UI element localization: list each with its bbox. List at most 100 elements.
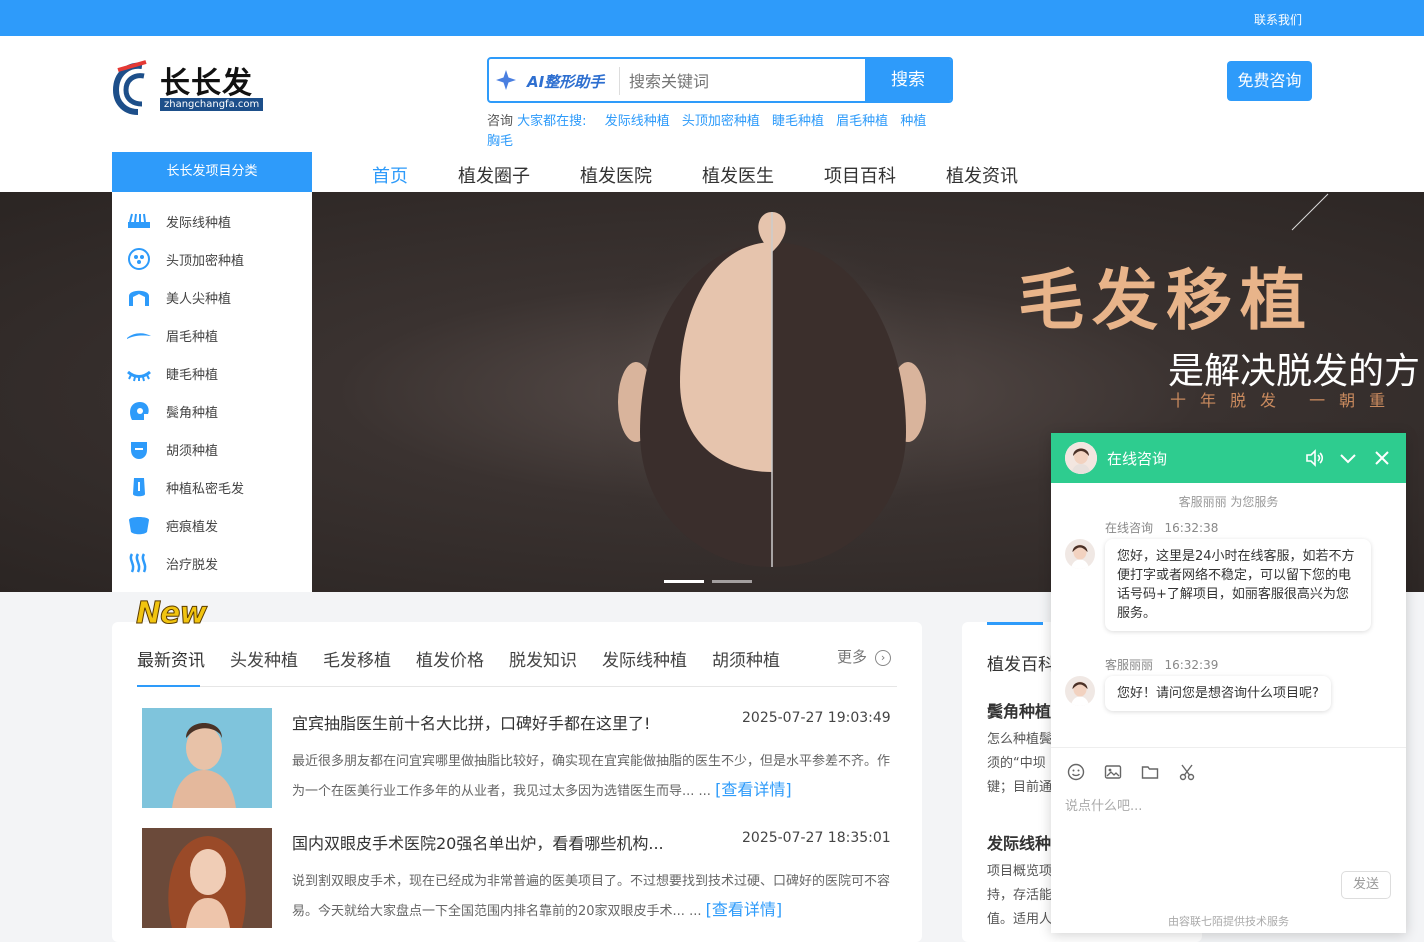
contact-us-link[interactable]: 联系我们 [1254, 11, 1302, 28]
agent-avatar [1065, 539, 1095, 569]
tab-price[interactable]: 植发价格 [416, 646, 484, 671]
message-sender: 在线咨询 [1105, 521, 1154, 535]
chat-message: 您好！请问您是想咨询什么项目呢? [1105, 676, 1331, 711]
encyclopedia-item-text: 怎么种植鬓 [987, 732, 1053, 747]
article-thumbnail[interactable] [142, 708, 272, 808]
logo-name: 长长发 [160, 66, 253, 101]
image-icon[interactable] [1104, 763, 1122, 781]
hot-search-link[interactable]: 发际线种植 [605, 114, 670, 129]
article-title[interactable]: 宜宾抽脂医生前十名大比拼，口碑好手都在这里了! [292, 710, 650, 734]
free-consult-button[interactable]: 免费咨询 [1227, 61, 1312, 101]
article-thumbnail[interactable] [142, 828, 272, 928]
sidebar-item-hair-loss[interactable]: 治疗脱发 [112, 544, 312, 582]
message-meta: 客服丽丽 16:32:39 [1105, 656, 1218, 673]
view-detail-link[interactable]: [查看详情] [706, 900, 783, 919]
hot-searches: 咨询 大家都在搜: 发际线种植 头顶加密种植 睫毛种植 眉毛种植 种植胸毛 [487, 112, 927, 152]
sidebar-item-label: 头顶加密种植 [166, 254, 245, 269]
sidebar-item-hairline[interactable]: 发际线种植 [112, 202, 312, 240]
sidebar-item-label: 种植私密毛发 [166, 482, 245, 497]
tab-hair-grafting[interactable]: 毛发移植 [323, 646, 391, 671]
chevron-right-icon: › [875, 650, 892, 666]
nav-circle[interactable]: 植发圈子 [458, 162, 530, 187]
ai-assistant[interactable]: AI整形助手 [495, 69, 613, 91]
sidebar-item-label: 美人尖种植 [166, 292, 232, 307]
chat-header[interactable]: 在线咨询 [1051, 433, 1406, 483]
header: 长长发 zhangchangfa.com AI整形助手 搜索 咨询 大家都在搜:… [0, 36, 1424, 192]
category-sidebar: 发际线种植 头顶加密种植 美人尖种植 眉毛种植 睫毛种植 鬓角种植 胡须种植 种… [112, 192, 312, 592]
article-title[interactable]: 国内双眼皮手术医院20强名单出炉，看看哪些机构... [292, 830, 664, 854]
eyebrow-icon [127, 333, 151, 339]
article-date: 2025-07-27 18:35:01 [742, 830, 891, 846]
encyclopedia-item-title[interactable]: 发际线种 [987, 830, 1051, 854]
hair-loss-icon [129, 553, 147, 573]
sidebar-item-beard[interactable]: 胡须种植 [112, 430, 312, 468]
sidebar-item-scar[interactable]: 疤痕植发 [112, 506, 312, 544]
tab-latest[interactable]: 最新资讯 [137, 646, 205, 671]
banner-decor-line [1291, 193, 1329, 231]
tab-hairline[interactable]: 发际线种植 [602, 646, 687, 671]
search-bar: AI整形助手 搜索 [487, 57, 953, 103]
nav-news[interactable]: 植发资讯 [946, 162, 1018, 187]
more-link[interactable]: 更多 › [837, 646, 892, 667]
site-logo[interactable]: 长长发 zhangchangfa.com [112, 58, 272, 118]
encyclopedia-item-title[interactable]: 鬓角种植 [987, 698, 1051, 722]
close-icon[interactable] [1372, 448, 1392, 468]
tab-hair-transplant[interactable]: 头发种植 [230, 646, 298, 671]
more-label: 更多 [837, 648, 868, 666]
crown-density-icon [128, 248, 150, 270]
sidebar-item-widows-peak[interactable]: 美人尖种植 [112, 278, 312, 316]
new-badge: New [135, 596, 207, 632]
sidebar-item-label: 胡须种植 [166, 444, 219, 459]
message-sender: 客服丽丽 [1105, 658, 1154, 672]
message-time: 16:32:39 [1164, 658, 1219, 672]
tabs-divider [137, 686, 897, 687]
tab-beard[interactable]: 胡须种植 [712, 646, 780, 671]
scar-icon [129, 517, 149, 535]
tab-hair-loss[interactable]: 脱发知识 [509, 646, 577, 671]
search-button[interactable]: 搜索 [865, 59, 951, 101]
sidebar-item-sideburn[interactable]: 鬓角种植 [112, 392, 312, 430]
nav-hospitals[interactable]: 植发医院 [580, 162, 652, 187]
send-button[interactable]: 发送 [1341, 871, 1391, 899]
encyclopedia-item-text: 项目概览项 [987, 864, 1053, 879]
article-item[interactable]: 宜宾抽脂医生前十名大比拼，口碑好手都在这里了! 2025-07-27 19:03… [142, 708, 892, 808]
news-tabs: 最新资讯 头发种植 毛发移植 植发价格 脱发知识 发际线种植 胡须种植 [137, 646, 805, 671]
search-input[interactable] [629, 65, 849, 97]
nav-encyclopedia[interactable]: 项目百科 [824, 162, 896, 187]
sidebar-item-eyelash[interactable]: 睫毛种植 [112, 354, 312, 392]
sidebar-item-label: 睫毛种植 [166, 368, 219, 383]
sidebar-item-eyebrow[interactable]: 眉毛种植 [112, 316, 312, 354]
article-item[interactable]: 国内双眼皮手术医院20强名单出炉，看看哪些机构... 2025-07-27 18… [142, 828, 892, 928]
folder-icon[interactable] [1141, 763, 1159, 781]
article-excerpt-text: 最近很多朋友都在问宜宾哪里做抽脂比较好，确实现在宜宾能做抽脂的医生不少，但是水平… [292, 754, 891, 799]
portrait-image [142, 708, 272, 808]
chat-input[interactable]: 说点什么吧... [1065, 795, 1142, 814]
encyclopedia-item-text: 持，存活能 [987, 888, 1053, 903]
speaker-icon[interactable] [1304, 448, 1324, 468]
news-panel: 最新资讯 头发种植 毛发移植 植发价格 脱发知识 发际线种植 胡须种植 更多 › … [112, 622, 922, 942]
view-detail-link[interactable]: [查看详情] [715, 780, 792, 799]
hot-search-link[interactable]: 眉毛种植 [836, 114, 888, 129]
logo-mark-icon [112, 60, 147, 115]
chat-widget: 在线咨询 客服丽丽 为您服务 在线咨询 16:32:38 您好，这里是24小时在… [1051, 433, 1406, 933]
widows-peak-icon [129, 290, 149, 306]
carousel-dot[interactable] [664, 580, 704, 583]
carousel-dot[interactable] [712, 580, 752, 583]
minimize-chevron-icon[interactable] [1338, 448, 1358, 468]
ai-assistant-label: AI整形助手 [527, 73, 605, 91]
emoji-icon[interactable] [1067, 763, 1085, 781]
nav-home[interactable]: 首页 [372, 162, 408, 187]
sidebar-item-crown[interactable]: 头顶加密种植 [112, 240, 312, 278]
sidebar-item-private[interactable]: 种植私密毛发 [112, 468, 312, 506]
scissors-icon[interactable] [1178, 763, 1196, 781]
search-divider [619, 67, 620, 95]
hot-search-link[interactable]: 睫毛种植 [772, 114, 824, 129]
sidebar-item-label: 疤痕植发 [166, 520, 219, 535]
encyclopedia-heading: 植发百科 [987, 655, 1055, 675]
sidebar-item-label: 发际线种植 [166, 216, 232, 231]
category-header: 长长发项目分类 [112, 152, 312, 192]
nav-doctors[interactable]: 植发医生 [702, 162, 774, 187]
chat-toolbar [1067, 763, 1210, 785]
chat-title: 在线咨询 [1107, 450, 1168, 468]
hot-search-link[interactable]: 头顶加密种植 [682, 114, 760, 129]
